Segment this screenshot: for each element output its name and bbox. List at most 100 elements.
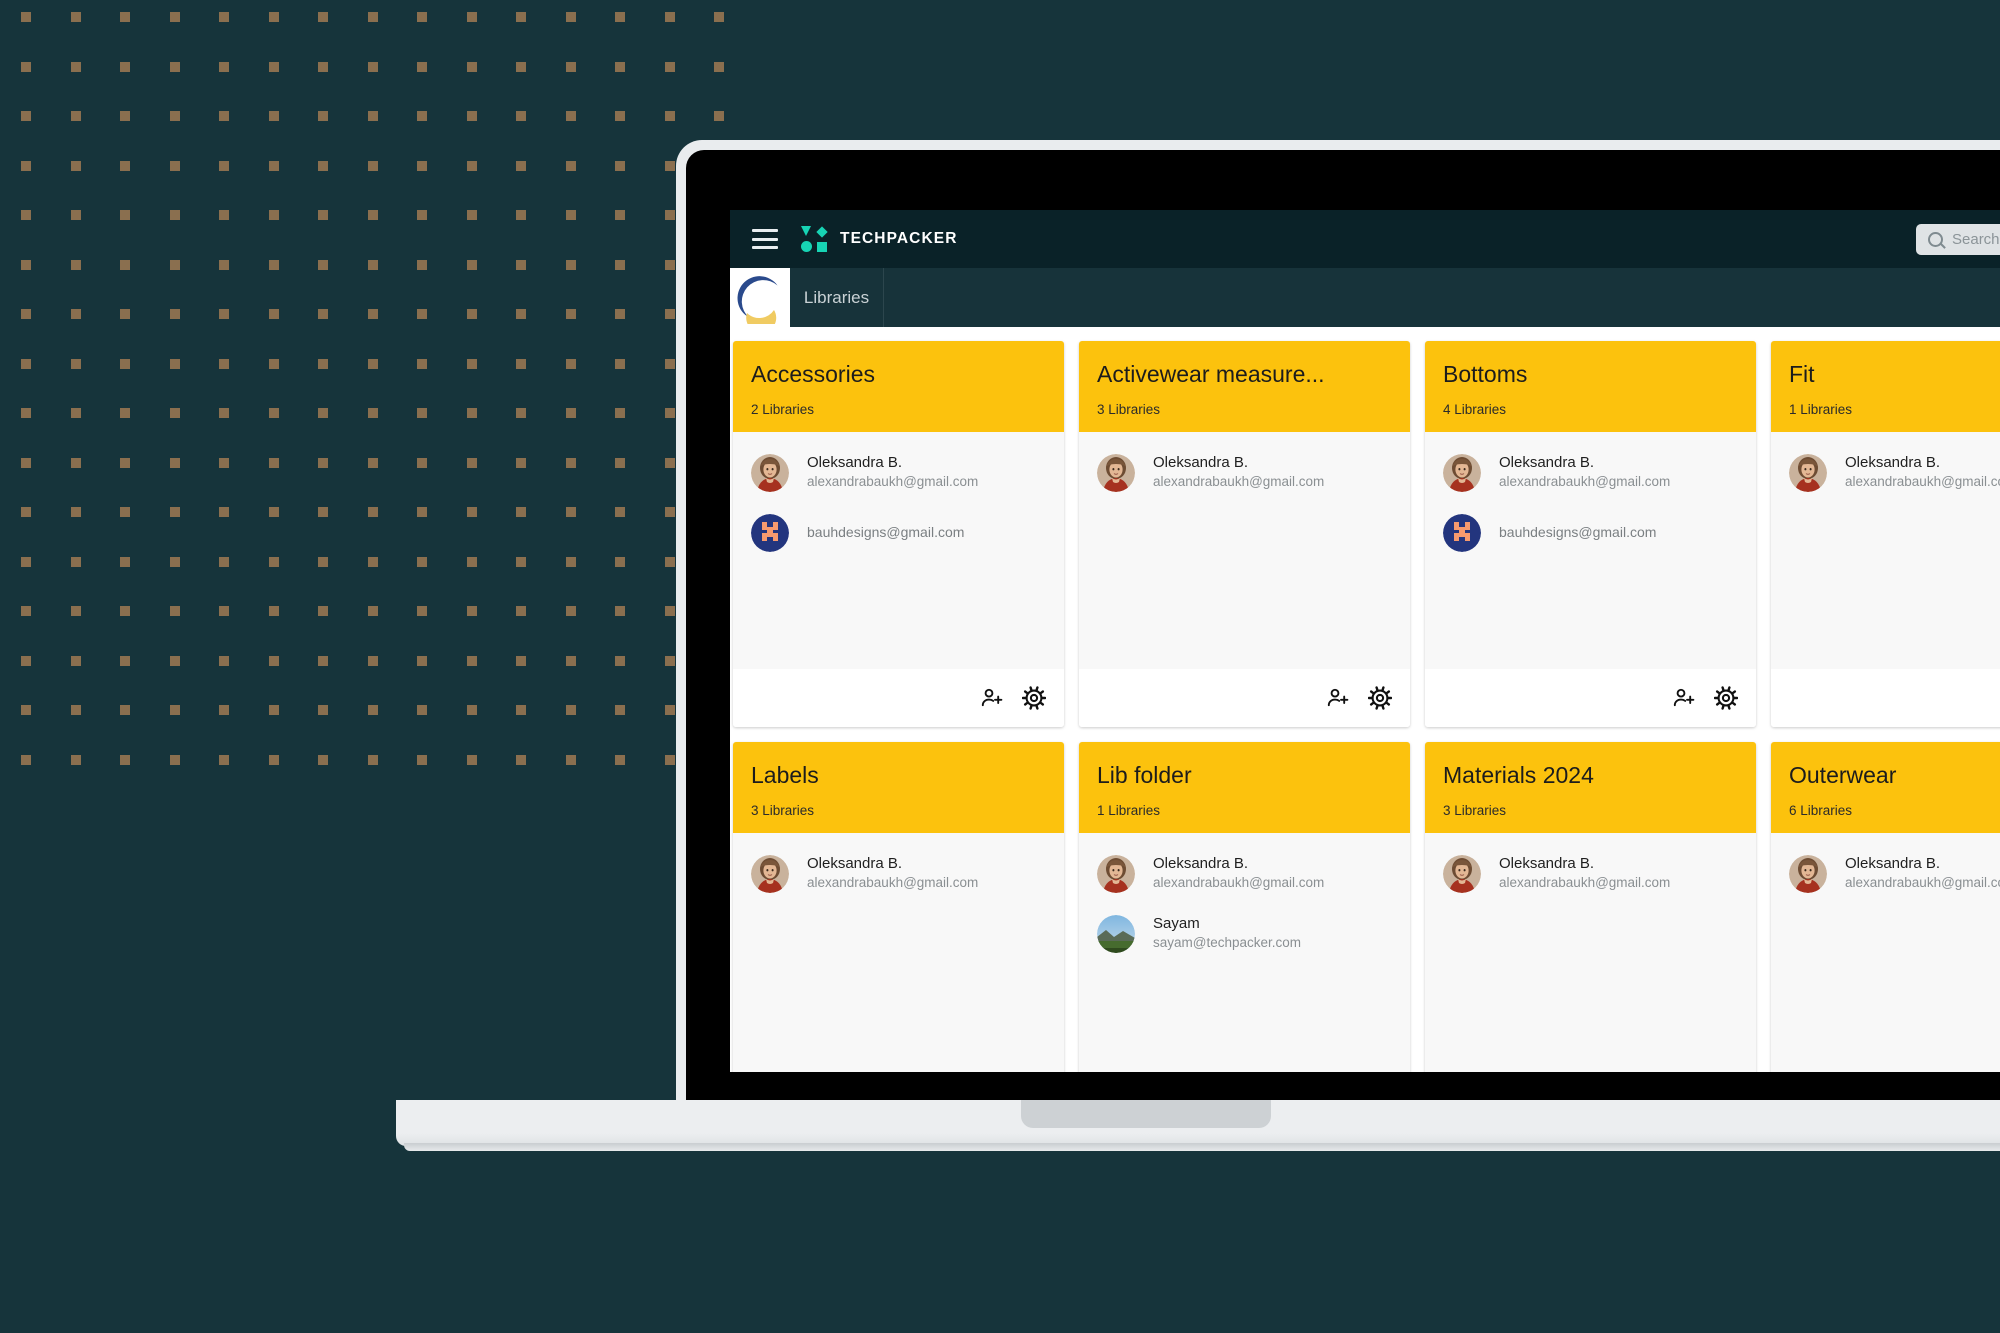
library-count: 6 Libraries [1789, 803, 1853, 818]
library-card[interactable]: Outerwear 6 Libraries Oleksandra B. alexand… [1771, 742, 2000, 1072]
library-card-header: Fit 1 Libraries [1771, 341, 2000, 432]
pattern-dot [70, 556, 81, 567]
pattern-dot [21, 12, 31, 22]
pattern-dot [219, 556, 229, 567]
pattern-dot [466, 408, 477, 418]
pattern-dot [466, 12, 477, 22]
library-card-members: Oleksandra B. alexandrabaukh@gmail.com Say… [1079, 833, 1410, 1072]
pattern-dot [21, 457, 31, 468]
pattern-dot [120, 408, 130, 418]
library-card-title: Lib folder [1097, 764, 1192, 787]
pattern-dot [318, 705, 328, 715]
pattern-dot [219, 61, 229, 72]
pattern-dot [466, 61, 477, 72]
pattern-dot [70, 754, 81, 765]
search-input[interactable]: Search Tec [1916, 224, 2000, 255]
pattern-dot [664, 408, 675, 418]
techpacker-logo-icon[interactable] [801, 225, 828, 252]
pattern-dot [516, 606, 526, 616]
photo-woman-avatar [1443, 454, 1481, 492]
pattern-dot [664, 12, 675, 22]
pattern-dot [318, 12, 328, 22]
pattern-dot [565, 606, 576, 616]
pattern-dot [120, 210, 130, 220]
pattern-dot [615, 61, 625, 72]
library-card-header: Outerwear 6 Libraries [1771, 742, 2000, 833]
pattern-dot [120, 160, 130, 171]
search-placeholder: Search Tec [1952, 231, 2000, 248]
pattern-dot [565, 111, 576, 121]
library-card[interactable]: Labels 3 Libraries Oleksandra B. alexandrab… [733, 742, 1064, 1072]
pattern-dot [70, 61, 81, 72]
hamburger-icon[interactable] [752, 229, 778, 249]
pattern-dot [615, 705, 625, 715]
pattern-dot [120, 111, 130, 121]
pattern-dot [417, 210, 427, 220]
member-email: bauhdesigns@gmail.com [1499, 524, 1657, 541]
laptop-bezel: TECHPACKER Search Tec Libraries [686, 150, 2000, 1100]
pattern-dot [70, 507, 81, 517]
pattern-dot [70, 12, 81, 22]
library-card[interactable]: Activewear measure... 3 Libraries Oleksand… [1079, 341, 1410, 727]
gear-icon[interactable] [1022, 686, 1046, 710]
pattern-dot [615, 259, 625, 270]
tab-libraries[interactable]: Libraries [790, 268, 884, 327]
library-card-title: Materials 2024 [1443, 764, 1594, 787]
pattern-dot [268, 111, 279, 121]
person-add-icon[interactable] [980, 686, 1004, 710]
pattern-dot [70, 655, 81, 666]
pattern-dot [367, 457, 378, 468]
person-add-icon[interactable] [1326, 686, 1350, 710]
pattern-dot [417, 705, 427, 715]
pattern-dot [268, 358, 279, 369]
pattern-dot [516, 457, 526, 468]
pattern-dot [367, 754, 378, 765]
pattern-dot [318, 160, 328, 171]
gear-icon[interactable] [1368, 686, 1392, 710]
pattern-dot [417, 111, 427, 121]
app-screen: TECHPACKER Search Tec Libraries [730, 210, 2000, 1072]
pattern-dot [318, 457, 328, 468]
pattern-dot [516, 408, 526, 418]
member-text: Sayam sayam@techpacker.com [1153, 915, 1301, 953]
library-card[interactable]: Fit 1 Libraries Oleksandra B. alexandrabauk… [1771, 341, 2000, 727]
library-card-title: Fit [1789, 363, 1815, 386]
gear-icon[interactable] [1714, 686, 1738, 710]
pattern-dot [219, 457, 229, 468]
pattern-dot [70, 111, 81, 121]
pattern-dot [664, 655, 675, 666]
library-card[interactable]: Materials 2024 3 Libraries Oleksandra B. al… [1425, 742, 1756, 1072]
laptop-base-lip [404, 1143, 2000, 1151]
member-name: Oleksandra B. [1153, 454, 1249, 472]
pattern-dot [615, 556, 625, 567]
pattern-dot [664, 210, 675, 220]
pattern-dot [664, 705, 675, 715]
pattern-dot [417, 655, 427, 666]
pattern-dot [466, 259, 477, 270]
pattern-dot [466, 705, 477, 715]
pattern-dot [417, 61, 427, 72]
pattern-dot [169, 210, 180, 220]
library-card-header: Materials 2024 3 Libraries [1425, 742, 1756, 833]
pattern-dot [21, 556, 31, 567]
pattern-dot [664, 507, 675, 517]
pattern-dot [516, 507, 526, 517]
person-add-icon[interactable] [1672, 686, 1696, 710]
pattern-dot [367, 259, 378, 270]
pattern-dot [21, 160, 31, 171]
photo-woman-avatar [1097, 454, 1135, 492]
pattern-dot [466, 111, 477, 121]
brand-name: TECHPACKER [840, 230, 958, 247]
workspace-crescent-logo-icon[interactable] [730, 268, 790, 327]
member-text: Oleksandra B. alexandrabaukh@gmail.com [1845, 855, 2000, 893]
library-card[interactable]: Accessories 2 Libraries Oleksandra B. alexa… [733, 341, 1064, 727]
pattern-dot [169, 457, 180, 468]
pattern-dot [219, 111, 229, 121]
pattern-dot [21, 408, 31, 418]
member-row: Oleksandra B. alexandrabaukh@gmail.com [751, 454, 1046, 492]
library-card[interactable]: Lib folder 1 Libraries Oleksandra B. alexan… [1079, 742, 1410, 1072]
pattern-dot [120, 358, 130, 369]
pattern-dot [714, 111, 724, 121]
member-text: Oleksandra B. alexandrabaukh@gmail.com [807, 855, 978, 893]
library-card[interactable]: Bottoms 4 Libraries Oleksandra B. alexandra… [1425, 341, 1756, 727]
